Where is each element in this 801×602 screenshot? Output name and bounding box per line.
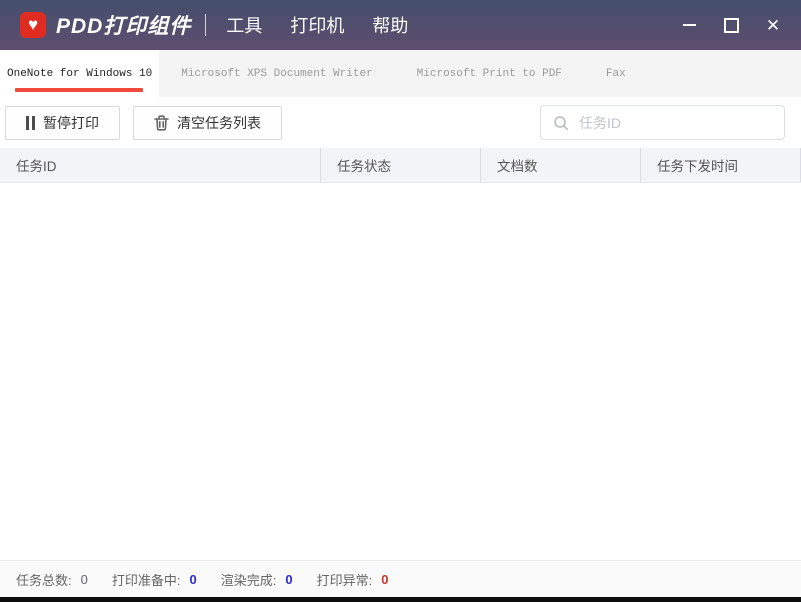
status-value: 0: [81, 572, 88, 587]
pause-print-label: 暂停打印: [43, 113, 99, 133]
titlebar: ♥ PDD打印组件 工具 打印机 帮助 ✕: [0, 0, 801, 50]
task-table-body: [0, 183, 801, 560]
pause-icon: [26, 116, 35, 130]
menu-separator: [205, 14, 206, 36]
status-preparing: 打印准备中: 0: [112, 570, 197, 589]
statusbar: 任务总数: 0 打印准备中: 0 渲染完成: 0 打印异常: 0: [0, 560, 801, 597]
status-value: 0: [381, 572, 388, 587]
window-controls: ✕: [673, 10, 801, 40]
column-header-dispatch-time[interactable]: 任务下发时间: [640, 148, 801, 182]
status-value: 0: [285, 572, 292, 587]
close-icon: ✕: [766, 17, 780, 34]
menubar: 工具 打印机 帮助: [226, 12, 408, 38]
tab-label: Fax: [606, 68, 626, 80]
status-print-error: 打印异常: 0: [317, 570, 389, 589]
active-tab-underline: [15, 88, 143, 92]
task-table-header: 任务ID 任务状态 文档数 任务下发时间: [0, 148, 801, 183]
column-header-task-status[interactable]: 任务状态: [320, 148, 480, 182]
menu-printer[interactable]: 打印机: [290, 12, 344, 38]
menu-tools[interactable]: 工具: [226, 12, 262, 38]
toolbar: 暂停打印 清空任务列表: [0, 97, 801, 148]
status-label: 打印异常:: [317, 570, 373, 589]
search-icon: [553, 115, 569, 131]
tab-label: OneNote for Windows 10: [7, 68, 152, 80]
app-title: PDD打印组件: [56, 10, 191, 40]
menu-help[interactable]: 帮助: [372, 12, 408, 38]
clear-task-list-button[interactable]: 清空任务列表: [133, 106, 282, 140]
status-label: 渲染完成:: [221, 570, 277, 589]
column-header-task-id[interactable]: 任务ID: [0, 148, 320, 182]
heart-icon: ♥: [28, 16, 38, 33]
window-bottom-edge: [0, 597, 801, 602]
minimize-icon: [683, 24, 696, 26]
app-logo: ♥: [20, 12, 46, 38]
maximize-button[interactable]: [715, 10, 747, 40]
tab-label: Microsoft Print to PDF: [417, 68, 562, 80]
status-value: 0: [189, 572, 196, 587]
tab-onenote-for-windows-10[interactable]: OneNote for Windows 10: [0, 50, 159, 97]
status-label: 任务总数:: [16, 570, 72, 589]
app-window: ♥ PDD打印组件 工具 打印机 帮助 ✕ OneNote for Window…: [0, 0, 801, 602]
column-header-doc-count[interactable]: 文档数: [480, 148, 640, 182]
tab-microsoft-xps-document-writer[interactable]: Microsoft XPS Document Writer: [159, 50, 394, 97]
trash-icon: [154, 115, 169, 131]
task-id-search-input[interactable]: [577, 114, 772, 132]
close-button[interactable]: ✕: [757, 10, 789, 40]
status-render-complete: 渲染完成: 0: [221, 570, 293, 589]
tab-fax[interactable]: Fax: [584, 50, 648, 97]
maximize-icon: [724, 18, 739, 33]
pause-print-button[interactable]: 暂停打印: [5, 106, 120, 140]
printer-tabbar: OneNote for Windows 10 Microsoft XPS Doc…: [0, 50, 801, 97]
task-search-box: [540, 105, 785, 140]
status-total-tasks: 任务总数: 0: [16, 570, 88, 589]
tab-label: Microsoft XPS Document Writer: [181, 68, 372, 80]
minimize-button[interactable]: [673, 10, 705, 40]
status-label: 打印准备中:: [112, 570, 181, 589]
tab-microsoft-print-to-pdf[interactable]: Microsoft Print to PDF: [395, 50, 584, 97]
clear-task-list-label: 清空任务列表: [177, 113, 261, 133]
